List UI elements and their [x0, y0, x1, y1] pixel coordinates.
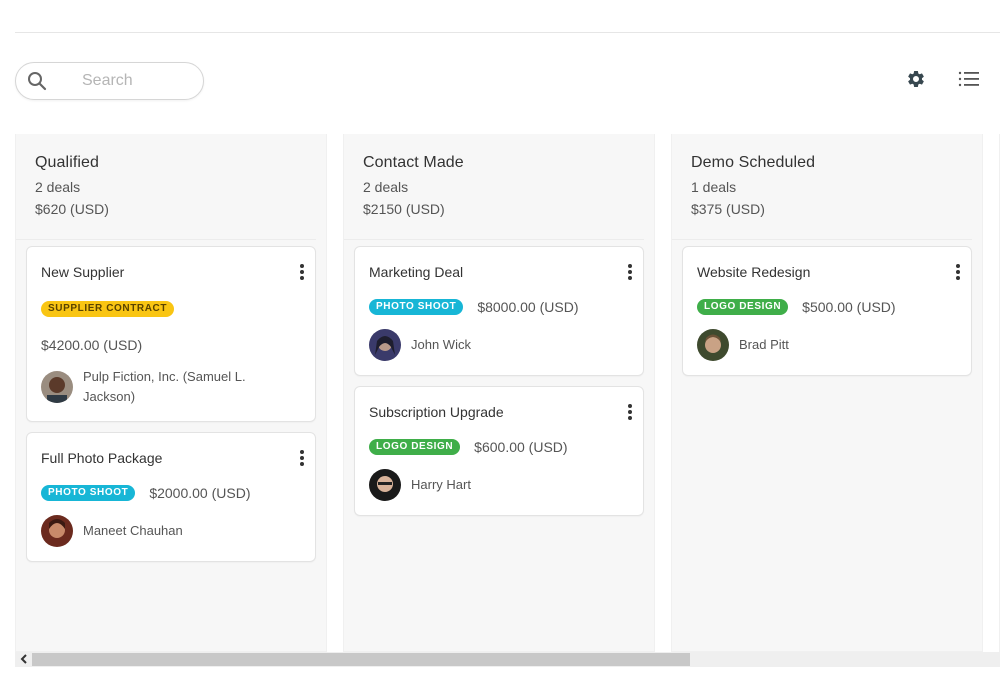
deal-tag: PHOTO SHOOT: [41, 485, 136, 501]
deal-tag: LOGO DESIGN: [369, 439, 461, 455]
scrollbar-thumb[interactable]: [32, 653, 690, 666]
deal-price: $600.00 (USD): [474, 439, 568, 455]
column-total-value: $620 (USD): [35, 201, 109, 217]
deal-tag: SUPPLIER CONTRACT: [41, 301, 175, 317]
contact-name: Maneet Chauhan: [83, 523, 183, 538]
deal-title: Marketing Deal: [369, 264, 464, 280]
deal-price: $2000.00 (USD): [149, 485, 251, 501]
avatar: [369, 469, 401, 501]
column-header: Demo Scheduled 1 deals $375 (USD): [672, 134, 972, 240]
search-icon: [27, 71, 47, 91]
avatar: [41, 515, 73, 547]
column-deal-count: 1 deals: [691, 179, 737, 195]
deal-title: Subscription Upgrade: [369, 404, 504, 420]
settings-button[interactable]: [903, 68, 929, 94]
contact-name: Brad Pitt: [739, 337, 789, 352]
search-box[interactable]: [15, 62, 204, 100]
chevron-left-icon: [20, 651, 28, 669]
column-total-value: $2150 (USD): [363, 201, 445, 217]
stage-column-qualified: Qualified 2 deals $620 (USD) New Supplie…: [15, 134, 327, 652]
contact-name: John Wick: [411, 337, 471, 352]
column-title: Contact Made: [363, 154, 464, 171]
deal-card[interactable]: New Supplier SUPPLIER CONTRACT $4200.00 …: [26, 246, 316, 422]
top-divider: [15, 32, 1000, 33]
contact-name: Pulp Fiction, Inc. (Samuel L. Jackson): [83, 369, 246, 404]
more-options-icon[interactable]: [299, 263, 305, 281]
more-options-icon[interactable]: [955, 263, 961, 281]
deal-title: New Supplier: [41, 264, 125, 280]
search-input[interactable]: [82, 71, 192, 91]
gear-icon: [906, 69, 926, 94]
column-header: Contact Made 2 deals $2150 (USD): [344, 134, 644, 240]
deal-card[interactable]: Full Photo Package PHOTO SHOOT $2000.00 …: [26, 432, 316, 562]
deal-title: Website Redesign: [697, 264, 811, 280]
deal-price: $500.00 (USD): [802, 299, 896, 315]
column-title: Demo Scheduled: [691, 154, 816, 171]
deal-price: $8000.00 (USD): [477, 299, 579, 315]
stage-column-contact-made: Contact Made 2 deals $2150 (USD) Marketi…: [343, 134, 655, 652]
avatar: [369, 329, 401, 361]
deal-card[interactable]: Website Redesign LOGO DESIGN $500.00 (US…: [682, 246, 972, 376]
deal-tag: PHOTO SHOOT: [369, 299, 464, 315]
column-deal-count: 2 deals: [35, 179, 81, 195]
deal-card[interactable]: Subscription Upgrade LOGO DESIGN $600.00…: [354, 386, 644, 516]
column-title: Qualified: [35, 154, 100, 171]
column-total-value: $375 (USD): [691, 201, 765, 217]
stage-column-demo-scheduled: Demo Scheduled 1 deals $375 (USD) Websit…: [671, 134, 983, 652]
deal-title: Full Photo Package: [41, 450, 163, 466]
list-icon: [958, 70, 980, 93]
deal-tag: LOGO DESIGN: [697, 299, 789, 315]
contact-name: Harry Hart: [411, 477, 471, 492]
more-options-icon[interactable]: [299, 449, 305, 467]
more-options-icon[interactable]: [627, 403, 633, 421]
avatar: [41, 371, 73, 403]
more-options-icon[interactable]: [627, 263, 633, 281]
deal-card[interactable]: Marketing Deal PHOTO SHOOT $8000.00 (USD…: [354, 246, 644, 376]
column-deal-count: 2 deals: [363, 179, 409, 195]
horizontal-scrollbar[interactable]: [15, 652, 1000, 667]
deal-price: $4200.00 (USD): [41, 337, 143, 353]
pipeline-board: Qualified 2 deals $620 (USD) New Supplie…: [15, 134, 1000, 652]
view-toggle-button[interactable]: [956, 68, 982, 94]
avatar: [697, 329, 729, 361]
scroll-left-button[interactable]: [15, 652, 32, 667]
column-header: Qualified 2 deals $620 (USD): [16, 134, 316, 240]
